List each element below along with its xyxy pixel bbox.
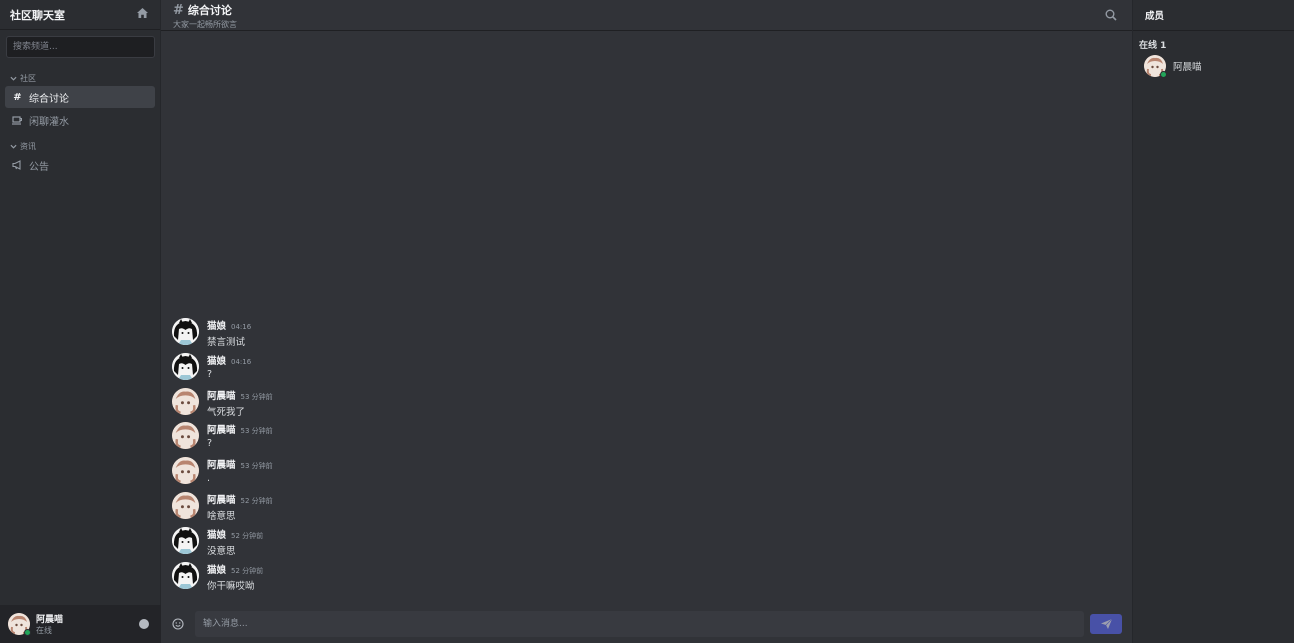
message-text: 没意思 (207, 545, 236, 557)
message-timestamp: 53 分钟前 (240, 392, 273, 401)
home-icon[interactable] (137, 8, 148, 21)
message-timestamp: 53 分钟前 (240, 462, 273, 471)
message-item: 猫娘 52 分钟前 没意思 (161, 526, 1132, 562)
online-status-dot (24, 629, 31, 636)
message-text: 啥意思 (207, 510, 236, 522)
status-toggle-icon[interactable] (139, 619, 149, 629)
hash-icon: # (173, 2, 184, 18)
message-text: . (207, 473, 211, 485)
message-text: ? (207, 438, 213, 450)
message-timestamp: 52 分钟前 (240, 496, 273, 505)
channel-label: 综合讨论 (29, 93, 69, 105)
online-status-dot (1160, 71, 1167, 78)
avatar[interactable] (172, 457, 199, 485)
server-title: 社区聊天室 (10, 8, 65, 22)
message-input[interactable] (195, 611, 1084, 637)
message-item: 猫娘 52 分钟前 你干嘛哎呦 (161, 561, 1132, 597)
avatar[interactable] (8, 613, 31, 636)
user-panel: 阿晨喵 在线 (0, 605, 161, 643)
chevron-down-icon (10, 76, 17, 81)
category-label: 社区 (20, 74, 36, 83)
user-name: 阿晨喵 (36, 615, 64, 625)
message-author[interactable]: 阿晨喵 (207, 492, 236, 506)
message-list: 猫娘 04:16 禁言测试 猫娘 04:16 ? 阿晨喵 53 分钟前 气死我了… (161, 318, 1132, 596)
avatar[interactable] (172, 352, 199, 380)
avatar[interactable] (172, 561, 199, 589)
megaphone-icon (12, 160, 23, 170)
send-icon (1100, 619, 1112, 629)
message-timestamp: 52 分钟前 (231, 566, 264, 575)
message-author[interactable]: 阿晨喵 (207, 422, 236, 436)
message-author[interactable]: 猫娘 (207, 562, 226, 576)
category-label: 资讯 (20, 142, 36, 151)
message-timestamp: 52 分钟前 (231, 531, 264, 540)
channel-label: 闲聊灌水 (29, 116, 69, 128)
message-author[interactable]: 阿晨喵 (207, 457, 236, 471)
avatar[interactable] (172, 387, 199, 415)
message-composer (161, 605, 1132, 643)
coffee-icon (12, 115, 23, 125)
message-author[interactable]: 阿晨喵 (207, 388, 236, 402)
message-text: 气死我了 (207, 406, 246, 418)
message-timestamp: 53 分钟前 (240, 427, 273, 436)
channel-item-general[interactable]: # 综合讨论 (5, 86, 155, 108)
message-text: ? (207, 368, 213, 380)
avatar[interactable] (172, 526, 199, 554)
category-community[interactable]: 社区 (0, 73, 160, 84)
channel-item-announcements[interactable]: 公告 (5, 154, 155, 176)
member-item[interactable]: 阿晨喵 (1133, 55, 1294, 78)
server-header: 社区聊天室 (0, 0, 160, 30)
message-author[interactable]: 猫娘 (207, 353, 226, 367)
channel-search-input[interactable] (6, 36, 155, 58)
channel-header: # 综合讨论 大家一起畅所欲言 (161, 0, 1132, 31)
members-title: 成员 (1133, 0, 1294, 31)
category-news[interactable]: 资讯 (0, 141, 160, 152)
message-item: 猫娘 04:16 禁言测试 (161, 318, 1132, 353)
channel-label: 公告 (29, 161, 49, 173)
message-timestamp: 04:16 (231, 323, 252, 331)
avatar[interactable] (172, 491, 199, 519)
chat-area: # 综合讨论 大家一起畅所欲言 猫娘 04:16 禁言测试 猫娘 04:16 ?… (161, 0, 1132, 643)
avatar[interactable] (172, 422, 199, 450)
message-item: 阿晨喵 53 分钟前 ? (161, 422, 1132, 457)
message-timestamp: 04:16 (231, 357, 252, 366)
search-icon[interactable] (1105, 9, 1117, 24)
message-text: 你干嘛哎呦 (207, 580, 255, 592)
message-item: 阿晨喵 52 分钟前 啥意思 (161, 491, 1132, 527)
message-item: 阿晨喵 53 分钟前 . (161, 457, 1132, 492)
channel-topic: 大家一起畅所欲言 (173, 20, 237, 29)
channel-sidebar: 社区聊天室 社区 # 综合讨论 闲聊灌水 资讯 公告 阿晨喵 (0, 0, 161, 643)
online-count-label: 在线 1 (1139, 41, 1167, 51)
avatar[interactable] (172, 318, 199, 345)
member-sidebar: 成员 在线 1 阿晨喵 (1132, 0, 1294, 643)
avatar (1144, 55, 1167, 78)
message-author[interactable]: 猫娘 (207, 527, 226, 541)
emoji-icon[interactable] (171, 617, 185, 631)
user-status: 在线 (36, 626, 52, 635)
member-name: 阿晨喵 (1173, 62, 1202, 73)
channel-item-chat[interactable]: 闲聊灌水 (5, 109, 155, 131)
message-item: 阿晨喵 53 分钟前 气死我了 (161, 387, 1132, 423)
channel-title: 综合讨论 (187, 4, 232, 17)
hash-icon: # (13, 91, 22, 103)
send-button[interactable] (1090, 614, 1122, 634)
message-item: 猫娘 04:16 ? (161, 352, 1132, 388)
message-author[interactable]: 猫娘 (207, 318, 226, 332)
chevron-down-icon (10, 144, 17, 149)
message-text: 禁言测试 (207, 337, 246, 348)
